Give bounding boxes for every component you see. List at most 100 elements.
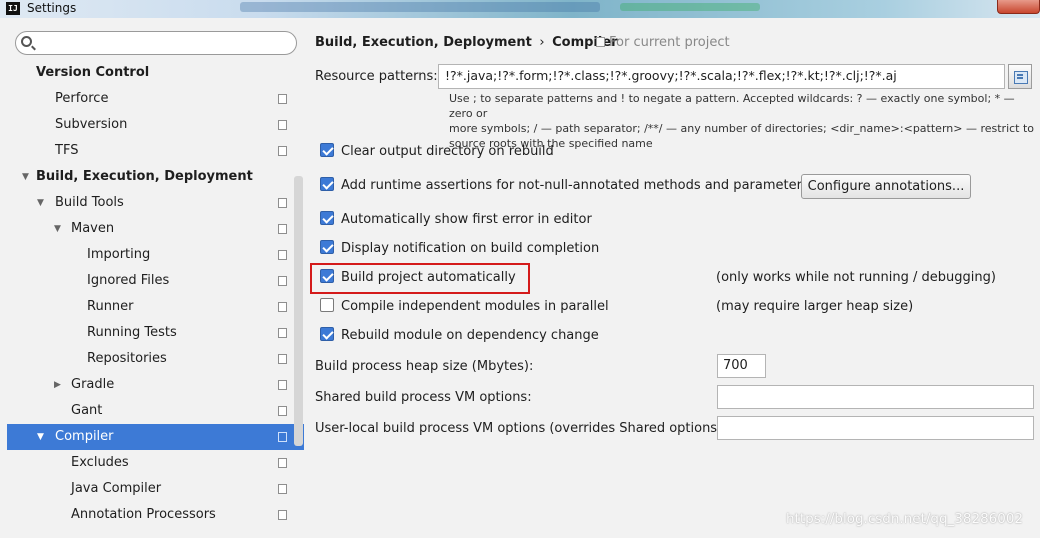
checkbox[interactable] xyxy=(320,211,334,225)
checkbox[interactable] xyxy=(320,143,334,157)
project-scope-icon xyxy=(596,37,605,47)
project-scope-icon xyxy=(276,300,287,312)
sidebar-item-annotation-processors[interactable]: Annotation Processors xyxy=(7,502,304,528)
sidebar-item-label: Java Compiler xyxy=(71,481,162,496)
user-vm-options-label: User-local build process VM options (ove… xyxy=(315,421,727,436)
settings-search-input[interactable] xyxy=(15,31,297,55)
sidebar-item-build-tools[interactable]: ▼ Build Tools xyxy=(7,190,304,216)
project-scope-icon xyxy=(276,144,287,156)
build-notification-label: Display notification on build completion xyxy=(341,241,600,256)
title-bar: IJ Settings xyxy=(0,0,1040,18)
background-window-blur xyxy=(240,2,600,12)
sidebar-item-repositories[interactable]: Repositories xyxy=(7,346,304,372)
breadcrumb-separator: › xyxy=(539,35,545,50)
sidebar-item-running-tests[interactable]: Running Tests xyxy=(7,320,304,346)
checkbox[interactable] xyxy=(320,240,334,254)
clear-output-checkbox-row[interactable]: Clear output directory on rebuild xyxy=(320,141,554,163)
shared-vm-options-input[interactable] xyxy=(717,385,1034,409)
background-window-blur xyxy=(620,3,760,11)
checkbox[interactable] xyxy=(320,177,334,191)
watermark-text: https://blog.csdn.net/qq_38286002 xyxy=(786,511,1024,527)
project-scope-icon xyxy=(276,92,287,104)
sidebar-item-label: Build Tools xyxy=(55,195,124,210)
parallel-note: (may require larger heap size) xyxy=(716,299,914,314)
sidebar-item-excludes[interactable]: Excludes xyxy=(7,450,304,476)
checkbox[interactable] xyxy=(320,269,334,283)
window-close-button[interactable] xyxy=(997,0,1040,14)
project-scope-label: For current project xyxy=(596,35,730,50)
checkbox[interactable] xyxy=(320,298,334,312)
sidebar-item-runner[interactable]: Runner xyxy=(7,294,304,320)
parallel-compile-label: Compile independent modules in parallel xyxy=(341,299,609,314)
project-scope-icon xyxy=(276,378,287,390)
compiler-settings-panel: Build, Execution, Deployment › Compiler … xyxy=(304,18,1040,538)
search-icon xyxy=(21,36,32,47)
project-scope-icon xyxy=(276,352,287,364)
sidebar-item-version-control[interactable]: Version Control xyxy=(7,60,304,86)
sidebar-item-label: Runner xyxy=(87,299,134,314)
build-automatically-checkbox-row[interactable]: Build project automatically xyxy=(320,267,516,289)
hint-line: more symbols; / — path separator; /**/ —… xyxy=(449,122,1035,135)
user-vm-options-input[interactable] xyxy=(717,416,1034,440)
project-scope-icon xyxy=(276,222,287,234)
intellij-logo-icon: IJ xyxy=(6,2,20,15)
rebuild-on-dependency-label: Rebuild module on dependency change xyxy=(341,328,599,343)
settings-sidebar: Version Control Perforce Subversion TFS ▼ Bui… xyxy=(7,18,304,538)
breadcrumb-parent: Build, Execution, Deployment xyxy=(315,35,532,50)
sidebar-item-importing[interactable]: Importing xyxy=(7,242,304,268)
expand-arrow-icon[interactable]: ▼ xyxy=(54,216,61,242)
expand-arrow-icon[interactable]: ▼ xyxy=(37,424,44,450)
sidebar-item-label: Running Tests xyxy=(87,325,177,340)
resource-patterns-input[interactable]: !?*.java;!?*.form;!?*.class;!?*.groovy;!… xyxy=(438,64,1005,89)
project-scope-icon xyxy=(276,430,287,442)
sidebar-item-perforce[interactable]: Perforce xyxy=(7,86,304,112)
sidebar-item-compiler[interactable]: ▼ Compiler xyxy=(7,424,304,450)
clear-output-label: Clear output directory on rebuild xyxy=(341,144,554,159)
sidebar-item-label: TFS xyxy=(55,143,79,158)
sidebar-item-label: Excludes xyxy=(71,455,129,470)
sidebar-item-label: Build, Execution, Deployment xyxy=(36,169,253,184)
show-first-error-checkbox-row[interactable]: Automatically show first error in editor xyxy=(320,209,592,231)
sidebar-item-ignored-files[interactable]: Ignored Files xyxy=(7,268,304,294)
configure-annotations-button[interactable]: Configure annotations... xyxy=(801,174,971,199)
sidebar-item-label: Compiler xyxy=(55,429,114,444)
rebuild-on-dependency-checkbox-row[interactable]: Rebuild module on dependency change xyxy=(320,325,599,347)
build-notification-checkbox-row[interactable]: Display notification on build completion xyxy=(320,238,599,260)
sidebar-item-label: Subversion xyxy=(55,117,128,132)
show-first-error-label: Automatically show first error in editor xyxy=(341,212,592,227)
sidebar-item-label: Importing xyxy=(87,247,151,262)
project-scope-icon xyxy=(276,404,287,416)
window-title: Settings xyxy=(27,1,77,15)
sidebar-item-label: Ignored Files xyxy=(87,273,170,288)
project-scope-icon xyxy=(276,456,287,468)
sidebar-item-label: Gant xyxy=(71,403,103,418)
project-scope-icon xyxy=(276,248,287,260)
sidebar-item-gant[interactable]: Gant xyxy=(7,398,304,424)
parallel-compile-checkbox-row[interactable]: Compile independent modules in parallel xyxy=(320,296,609,318)
heap-size-label: Build process heap size (Mbytes): xyxy=(315,359,534,374)
project-scope-icon xyxy=(276,326,287,338)
project-scope-text: For current project xyxy=(609,35,730,50)
sidebar-item-label: Annotation Processors xyxy=(71,507,216,522)
sidebar-scrollbar[interactable] xyxy=(294,176,303,446)
sidebar-item-build-execution-deployment[interactable]: ▼ Build, Execution, Deployment xyxy=(7,164,304,190)
resource-patterns-label: Resource patterns: xyxy=(315,69,438,84)
sidebar-item-java-compiler[interactable]: Java Compiler xyxy=(7,476,304,502)
project-scope-icon xyxy=(276,118,287,130)
sidebar-item-gradle[interactable]: ▶ Gradle xyxy=(7,372,304,398)
heap-size-input[interactable]: 700 xyxy=(717,354,766,378)
sidebar-item-tfs[interactable]: TFS xyxy=(7,138,304,164)
collapse-arrow-icon[interactable]: ▶ xyxy=(54,372,61,398)
auto-build-note: (only works while not running / debuggin… xyxy=(716,270,996,285)
sidebar-item-maven[interactable]: ▼ Maven xyxy=(7,216,304,242)
expand-arrow-icon[interactable]: ▼ xyxy=(37,190,44,216)
project-scope-icon xyxy=(276,196,287,208)
expand-arrow-icon[interactable]: ▼ xyxy=(22,164,29,190)
sidebar-item-subversion[interactable]: Subversion xyxy=(7,112,304,138)
expand-patterns-button[interactable] xyxy=(1008,64,1032,89)
checkbox[interactable] xyxy=(320,327,334,341)
sidebar-item-label: Perforce xyxy=(55,91,109,106)
project-scope-icon xyxy=(276,274,287,286)
sidebar-item-label: Version Control xyxy=(36,65,150,80)
runtime-assertions-checkbox-row[interactable]: Add runtime assertions for not-null-anno… xyxy=(320,175,809,197)
